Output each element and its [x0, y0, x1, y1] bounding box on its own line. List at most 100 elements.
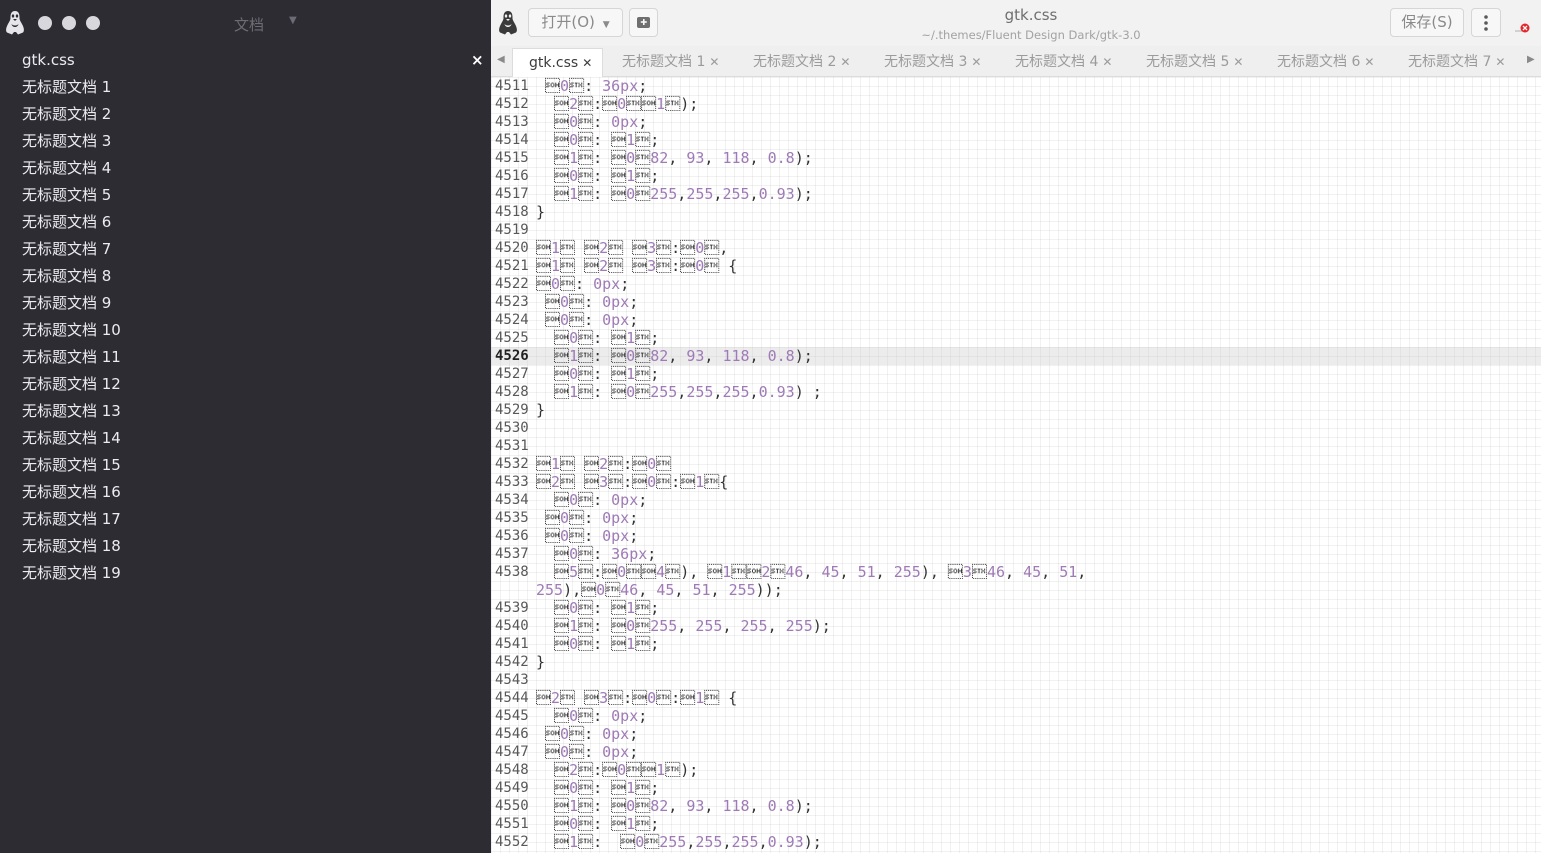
- document-list-item[interactable]: 无标题文档 11: [0, 344, 491, 371]
- document-list-item[interactable]: 无标题文档 16: [0, 479, 491, 506]
- code-line[interactable]: 4531: [491, 437, 1541, 455]
- tab-gtk-css[interactable]: gtk.css ✕: [512, 48, 603, 77]
- code-line[interactable]: 4542}: [491, 653, 1541, 671]
- code-line[interactable]: 4540 1: 0255, 255, 255, 255);: [491, 617, 1541, 635]
- document-list-item[interactable]: 无标题文档 14: [0, 425, 491, 452]
- tab-close-icon[interactable]: ✕: [840, 55, 850, 69]
- window-maximize-button[interactable]: [86, 16, 100, 30]
- chevron-down-icon[interactable]: ▼: [289, 15, 297, 26]
- tab-untitled-3[interactable]: 无标题文档 3 ✕: [868, 48, 988, 77]
- document-list-item[interactable]: 无标题文档 18: [0, 533, 491, 560]
- code-view[interactable]: 4511 0: 36px; 4512 2:01); 4513 0…: [491, 77, 1541, 853]
- code-line[interactable]: 4515 1: 082, 93, 118, 0.8);: [491, 149, 1541, 167]
- code-line[interactable]: 4514 0: 1;: [491, 131, 1541, 149]
- code-line[interactable]: 4525 0: 1;: [491, 329, 1541, 347]
- tab-scroll-right-icon[interactable]: ▶: [1527, 54, 1535, 65]
- code-line[interactable]: 4539 0: 1;: [491, 599, 1541, 617]
- code-text: 0: 1;: [536, 635, 660, 653]
- line-number: 4523: [495, 294, 529, 310]
- line-number: 4542: [495, 654, 529, 670]
- tab-scroll-left-icon[interactable]: ◀: [497, 54, 505, 65]
- code-line[interactable]: 4535 0: 0px;: [491, 509, 1541, 527]
- code-line[interactable]: 4533 2 3:0:1{: [491, 473, 1541, 491]
- code-line[interactable]: 4537 0: 36px;: [491, 545, 1541, 563]
- tab-untitled-5[interactable]: 无标题文档 5 ✕: [1130, 48, 1250, 77]
- code-line[interactable]: 4551 0: 1;: [491, 815, 1541, 833]
- code-line[interactable]: 4552 1: 0255,255,255,0.93);: [491, 833, 1541, 851]
- document-list-item[interactable]: 无标题文档 10: [0, 317, 491, 344]
- code-line[interactable]: 4534 0: 0px;: [491, 491, 1541, 509]
- code-line[interactable]: 4549 0: 1;: [491, 779, 1541, 797]
- tab-label: 无标题文档 7: [1408, 54, 1492, 70]
- document-list-item[interactable]: gtk.css: [0, 47, 491, 74]
- tab-close-icon[interactable]: ✕: [709, 55, 719, 69]
- code-line[interactable]: 4519: [491, 221, 1541, 239]
- document-list-item[interactable]: 无标题文档 4: [0, 155, 491, 182]
- window-close-button[interactable]: [38, 16, 52, 30]
- menu-button[interactable]: [1471, 8, 1501, 37]
- code-line[interactable]: 4523 0: 0px;: [491, 293, 1541, 311]
- code-line[interactable]: 4527 0: 1;: [491, 365, 1541, 383]
- tab-close-icon[interactable]: ✕: [1102, 55, 1112, 69]
- sidebar-title[interactable]: 文档: [234, 14, 264, 35]
- tab-untitled-4[interactable]: 无标题文档 4 ✕: [999, 48, 1119, 77]
- code-line[interactable]: 4511 0: 36px;: [491, 77, 1541, 95]
- code-line[interactable]: 4541 0: 1;: [491, 635, 1541, 653]
- document-list-item[interactable]: 无标题文档 8: [0, 263, 491, 290]
- code-line[interactable]: 4516 0: 1;: [491, 167, 1541, 185]
- code-line[interactable]: 4530: [491, 419, 1541, 437]
- code-line[interactable]: 4520 1 2 3:0,: [491, 239, 1541, 257]
- code-line[interactable]: 255),046, 45, 51, 255));: [491, 581, 1541, 599]
- code-text: 2 3:0:1{: [536, 473, 729, 491]
- code-text: 5:04), 1246, 45, 51, 255), 3…: [536, 563, 1087, 581]
- code-line[interactable]: 4528 1: 0255,255,255,0.93) ;: [491, 383, 1541, 401]
- code-text: 0: 1;: [536, 599, 660, 617]
- tab-untitled-1[interactable]: 无标题文档 1 ✕: [606, 48, 726, 77]
- code-text: 2:01);: [536, 95, 699, 113]
- document-list-item[interactable]: 无标题文档 2: [0, 101, 491, 128]
- code-line[interactable]: 4524 0: 0px;: [491, 311, 1541, 329]
- tab-close-icon[interactable]: ✕: [582, 56, 592, 70]
- code-line[interactable]: 4544 2 3:0:1 {: [491, 689, 1541, 707]
- code-line[interactable]: 4532 1 2:0: [491, 455, 1541, 473]
- code-line[interactable]: 4526 1: 082, 93, 118, 0.8);: [491, 347, 1541, 365]
- document-list-item[interactable]: 无标题文档 6: [0, 209, 491, 236]
- tab-close-icon[interactable]: ✕: [1495, 55, 1505, 69]
- code-line[interactable]: 4517 1: 0255,255,255,0.93);: [491, 185, 1541, 203]
- line-number: 4516: [495, 168, 529, 184]
- window-close-icon[interactable]: [1514, 20, 1530, 34]
- tab-untitled-2[interactable]: 无标题文档 2 ✕: [737, 48, 857, 77]
- code-line[interactable]: 4538 5:04), 1246, 45, 51, 255)…: [491, 563, 1541, 581]
- tab-close-icon[interactable]: ✕: [971, 55, 981, 69]
- tab-close-icon[interactable]: ✕: [1233, 55, 1243, 69]
- save-button[interactable]: 保存(S): [1390, 8, 1464, 37]
- document-list-item[interactable]: 无标题文档 3: [0, 128, 491, 155]
- code-line[interactable]: 4548 2:01);: [491, 761, 1541, 779]
- code-line[interactable]: 4543: [491, 671, 1541, 689]
- line-number: 4541: [495, 636, 529, 652]
- tab-close-icon[interactable]: ✕: [1364, 55, 1374, 69]
- code-line[interactable]: 4547 0: 0px;: [491, 743, 1541, 761]
- tab-untitled-6[interactable]: 无标题文档 6 ✕: [1261, 48, 1381, 77]
- document-list-item[interactable]: 无标题文档 7: [0, 236, 491, 263]
- document-list-item[interactable]: 无标题文档 9: [0, 290, 491, 317]
- code-line[interactable]: 4546 0: 0px;: [491, 725, 1541, 743]
- code-line[interactable]: 4550 1: 082, 93, 118, 0.8);: [491, 797, 1541, 815]
- document-list-item[interactable]: 无标题文档 5: [0, 182, 491, 209]
- code-line[interactable]: 4513 0: 0px;: [491, 113, 1541, 131]
- tab-untitled-7[interactable]: 无标题文档 7 ✕: [1392, 48, 1512, 77]
- code-line[interactable]: 4512 2:01);: [491, 95, 1541, 113]
- code-line[interactable]: 4545 0: 0px;: [491, 707, 1541, 725]
- document-list-item[interactable]: 无标题文档 15: [0, 452, 491, 479]
- code-line[interactable]: 4529}: [491, 401, 1541, 419]
- code-line[interactable]: 4522 0: 0px;: [491, 275, 1541, 293]
- code-line[interactable]: 4536 0: 0px;: [491, 527, 1541, 545]
- document-list-item[interactable]: 无标题文档 12: [0, 371, 491, 398]
- code-line[interactable]: 4518}: [491, 203, 1541, 221]
- document-list-item[interactable]: 无标题文档 13: [0, 398, 491, 425]
- document-list-item[interactable]: 无标题文档 1: [0, 74, 491, 101]
- window-minimize-button[interactable]: [62, 16, 76, 30]
- code-line[interactable]: 4521 1 2 3:0 {: [491, 257, 1541, 275]
- document-list-item[interactable]: 无标题文档 19: [0, 560, 491, 587]
- document-list-item[interactable]: 无标题文档 17: [0, 506, 491, 533]
